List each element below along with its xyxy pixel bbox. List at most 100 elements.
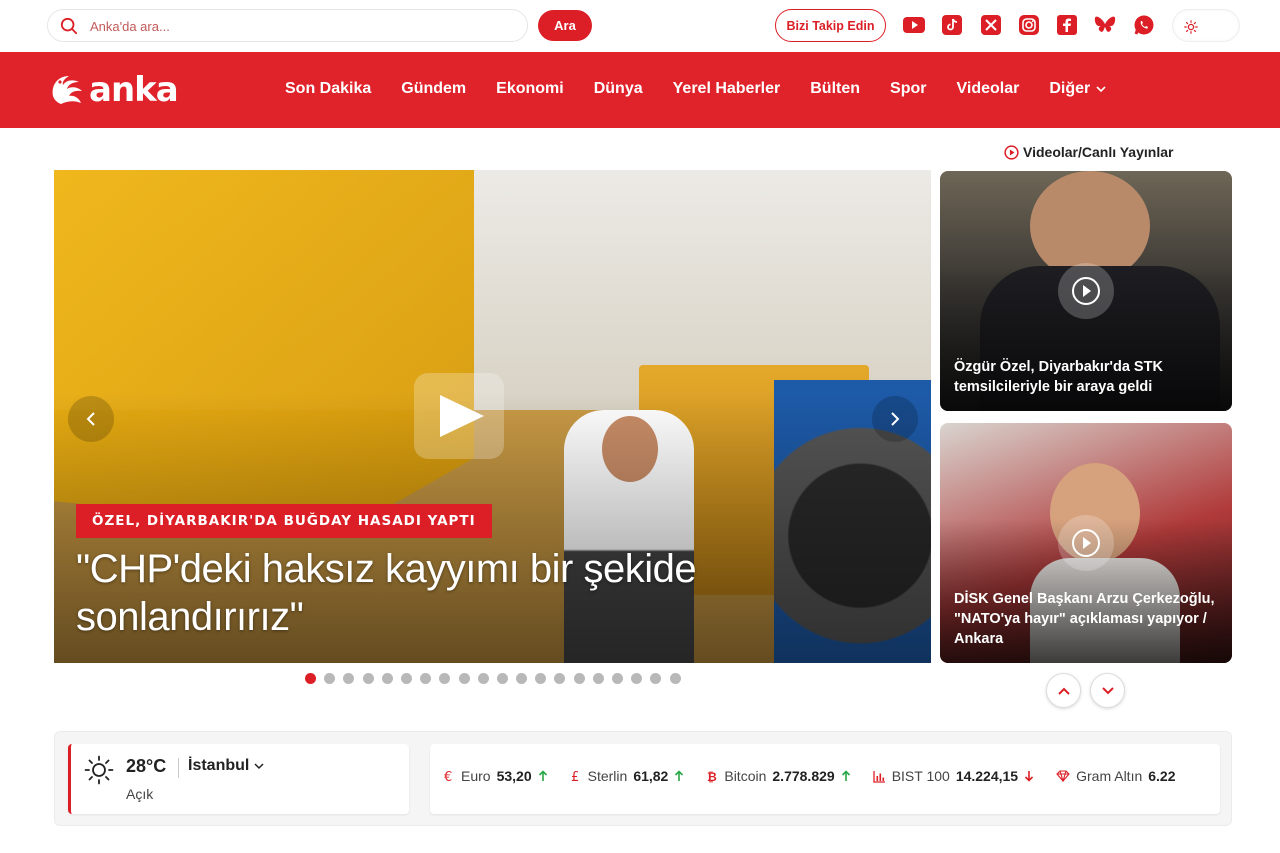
videos-scroll-down-button[interactable]	[1090, 673, 1125, 708]
slider-dot[interactable]	[400, 673, 412, 684]
market-item-gram-altin[interactable]: Gram Altın 6.22	[1056, 768, 1181, 784]
search-icon[interactable]	[60, 17, 78, 35]
video-caption[interactable]: Özgür Özel, Diyarbakır'da STK temsilcile…	[954, 357, 1216, 397]
nav-item-gundem[interactable]: Gündem	[401, 80, 466, 98]
slider-dot[interactable]	[496, 673, 508, 684]
slider-dot[interactable]	[343, 673, 355, 684]
sun-icon	[1179, 15, 1202, 38]
arrow-down-icon	[1025, 771, 1034, 782]
market-label: Gram Altın	[1076, 768, 1143, 784]
top-bar: Ara Bizi Takip Edin	[0, 0, 1280, 52]
market-label: BIST 100	[891, 768, 950, 784]
market-value: 2.778.829	[772, 768, 835, 784]
chart-icon	[873, 770, 886, 783]
tiktok-icon[interactable]	[941, 14, 963, 36]
slider-dot[interactable]	[516, 673, 528, 684]
video-caption[interactable]: DİSK Genel Başkanı Arzu Çerkezoğlu, "NAT…	[954, 589, 1216, 649]
video-card[interactable]: Özgür Özel, Diyarbakır'da STK temsilcile…	[940, 171, 1232, 411]
slider-next-button[interactable]	[872, 396, 918, 442]
weather-temperature: 28°C	[126, 756, 167, 776]
whatsapp-icon[interactable]	[1133, 14, 1155, 36]
search-button[interactable]: Ara	[538, 10, 592, 41]
slider-dot[interactable]	[458, 673, 470, 684]
slider-dot[interactable]	[573, 673, 585, 684]
nav-item-dunya[interactable]: Dünya	[594, 80, 643, 98]
market-label: Sterlin	[587, 768, 628, 784]
hero-slider[interactable]: ÖZEL, DİYARBAKIR'DA BUĞDAY HASADI YAPTI …	[54, 170, 931, 663]
logo-text: anka	[89, 70, 179, 110]
market-ticker: € Euro 53,20 £ Sterlin 61,82 ₿ Bitcoin 2…	[430, 744, 1220, 814]
chevron-left-icon	[86, 412, 95, 426]
nav-item-videolar[interactable]: Videolar	[956, 80, 1019, 98]
weather-divider	[178, 758, 179, 778]
nav-item-son-dakika[interactable]: Son Dakika	[285, 80, 371, 98]
hero-category-tag[interactable]: ÖZEL, DİYARBAKIR'DA BUĞDAY HASADI YAPTI	[76, 504, 492, 538]
market-value: 53,20	[496, 768, 532, 784]
weather-city-select[interactable]: İstanbul	[188, 757, 264, 775]
facebook-icon[interactable]	[1056, 14, 1078, 36]
slider-dot[interactable]	[535, 673, 547, 684]
video-card[interactable]: DİSK Genel Başkanı Arzu Çerkezoğlu, "NAT…	[940, 423, 1232, 663]
svg-text:£: £	[571, 770, 579, 783]
play-video-icon[interactable]	[414, 373, 504, 459]
videos-header-label: Videolar/Canlı Yayınlar	[1023, 144, 1174, 160]
play-circle-icon[interactable]	[1057, 262, 1115, 320]
x-twitter-icon[interactable]	[980, 14, 1002, 36]
nav-item-bulten[interactable]: Bülten	[810, 80, 860, 98]
videos-scroll-up-button[interactable]	[1046, 673, 1081, 708]
weather-widget: 28°C İstanbul Açık	[68, 744, 409, 814]
search-input[interactable]	[90, 16, 510, 36]
nav-menu: Son Dakika Gündem Ekonomi Dünya Yerel Ha…	[285, 80, 1136, 98]
slider-dot[interactable]	[324, 673, 336, 684]
bitcoin-icon: ₿	[706, 769, 718, 783]
arrow-up-icon	[675, 770, 684, 781]
market-item-bist100[interactable]: BIST 100 14.224,15	[873, 768, 1034, 784]
nav-item-spor[interactable]: Spor	[890, 80, 926, 98]
anka-bird-icon	[52, 76, 82, 104]
market-item-sterlin[interactable]: £ Sterlin 61,82	[570, 768, 685, 784]
slider-dot[interactable]	[305, 673, 316, 684]
hero-headline[interactable]: "CHP'deki haksız kayyımı bir şekide sonl…	[76, 545, 836, 641]
play-circle-icon	[1004, 144, 1019, 160]
slider-dot[interactable]	[362, 673, 374, 684]
youtube-icon[interactable]	[903, 14, 925, 36]
arrow-up-icon	[538, 770, 547, 781]
videos-section-header[interactable]: Videolar/Canlı Yayınlar	[1004, 144, 1173, 160]
slider-dot[interactable]	[439, 673, 451, 684]
theme-toggle[interactable]	[1172, 9, 1240, 42]
slider-dot[interactable]	[554, 673, 566, 684]
site-logo[interactable]: anka	[47, 69, 179, 111]
play-circle-icon[interactable]	[1057, 514, 1115, 572]
market-label: Bitcoin	[724, 768, 767, 784]
slider-dot[interactable]	[631, 673, 643, 684]
slider-dot[interactable]	[669, 673, 681, 684]
chevron-down-icon	[254, 762, 264, 769]
svg-text:₿: ₿	[707, 770, 717, 783]
slider-dot[interactable]	[650, 673, 662, 684]
market-item-euro[interactable]: € Euro 53,20	[443, 768, 548, 784]
slider-dot[interactable]	[477, 673, 489, 684]
search-box[interactable]	[47, 9, 528, 42]
slider-dot[interactable]	[381, 673, 393, 684]
slider-prev-button[interactable]	[68, 396, 114, 442]
info-bar: 28°C İstanbul Açık € Euro 53,20 £ Sterli…	[54, 731, 1232, 826]
nav-item-diger[interactable]: Diğer	[1049, 80, 1106, 98]
slider-dot[interactable]	[420, 673, 432, 684]
nav-item-ekonomi[interactable]: Ekonomi	[496, 80, 564, 98]
bluesky-icon[interactable]	[1094, 14, 1116, 36]
slider-dot[interactable]	[592, 673, 604, 684]
nav-item-yerel-haberler[interactable]: Yerel Haberler	[673, 80, 781, 98]
svg-text:€: €	[444, 770, 452, 783]
nav-item-diger-label: Diğer	[1049, 80, 1091, 97]
euro-icon: €	[443, 769, 455, 783]
main-navbar: anka Son Dakika Gündem Ekonomi Dünya Yer…	[0, 52, 1280, 128]
chevron-down-icon	[1101, 686, 1114, 694]
instagram-icon[interactable]	[1018, 14, 1040, 36]
market-row: € Euro 53,20 £ Sterlin 61,82 ₿ Bitcoin 2…	[443, 768, 1204, 784]
slider-pagination	[305, 673, 689, 684]
follow-us-button[interactable]: Bizi Takip Edin	[775, 9, 886, 42]
chevron-up-icon	[1057, 687, 1070, 695]
gem-icon	[1056, 770, 1070, 782]
slider-dot[interactable]	[612, 673, 623, 684]
market-item-bitcoin[interactable]: ₿ Bitcoin 2.778.829	[706, 768, 850, 784]
